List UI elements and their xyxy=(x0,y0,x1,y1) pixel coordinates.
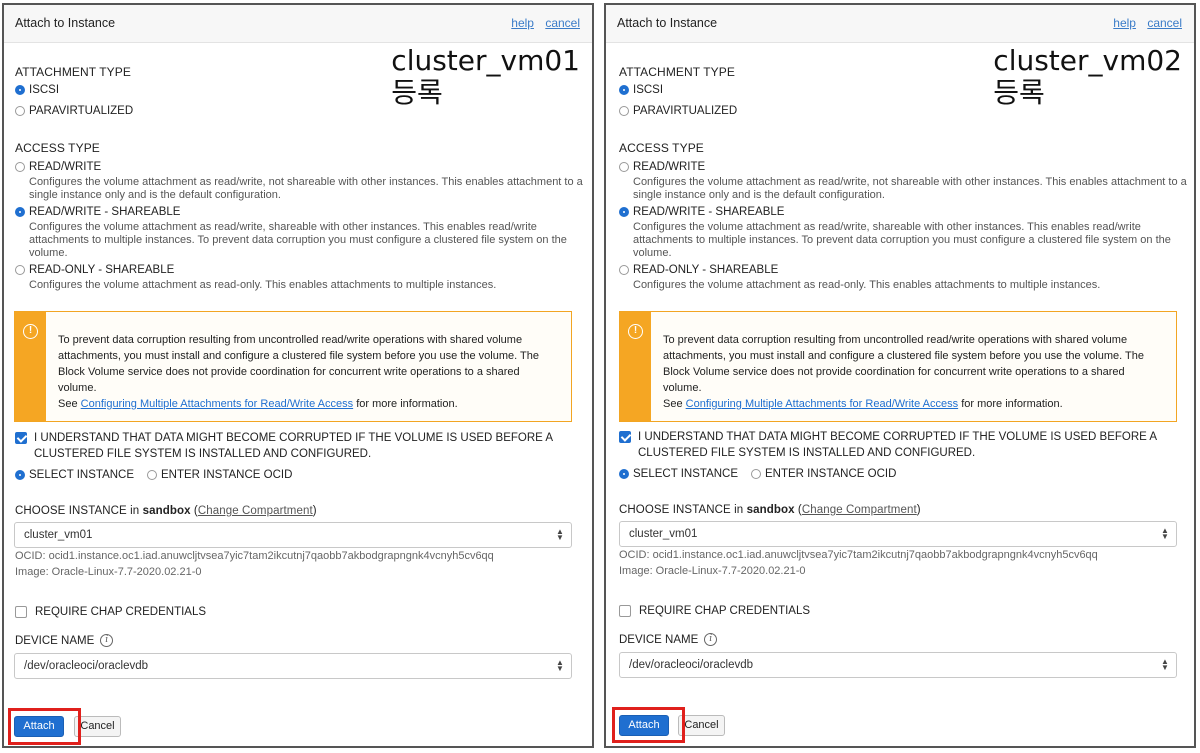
annotation-name: cluster_vm02 xyxy=(993,44,1182,77)
radio-indicator xyxy=(15,162,25,172)
radio-enter-ocid[interactable]: ENTER INSTANCE OCID xyxy=(751,468,896,480)
chap-checkbox-row[interactable]: REQUIRE CHAP CREDENTIALS xyxy=(15,606,206,618)
warning-icon: ! xyxy=(23,324,38,339)
chap-checkbox-row[interactable]: REQUIRE CHAP CREDENTIALS xyxy=(619,605,810,617)
radio-read-write-shareable[interactable]: READ/WRITE - SHAREABLE xyxy=(15,206,180,218)
attach-dialog-vm02: Attach to Instance help cancel cluster_v… xyxy=(604,3,1196,748)
image-text: Image: Oracle-Linux-7.7-2020.02.21-0 xyxy=(619,565,806,577)
dialog-title: Attach to Instance xyxy=(15,16,116,30)
chevron-updown-icon: ▲ ▼ xyxy=(556,527,564,542)
change-compartment-link[interactable]: Change Compartment xyxy=(198,505,313,517)
attachment-type-heading: ATTACHMENT TYPE xyxy=(15,65,131,79)
help-link[interactable]: help xyxy=(511,16,534,30)
attach-dialog-vm01: Attach to Instance help cancel cluster_v… xyxy=(2,3,594,748)
warning-box: ! To prevent data corruption resulting f… xyxy=(14,311,572,422)
radio-indicator xyxy=(619,162,629,172)
choose-instance-label: CHOOSE INSTANCE in sandbox (Change Compa… xyxy=(15,505,317,517)
annotation-text: cluster_vm01 등록 xyxy=(391,45,580,109)
radio-read-only-shareable[interactable]: READ-ONLY - SHAREABLE xyxy=(15,264,174,276)
cancel-button[interactable]: Cancel xyxy=(74,716,121,737)
configuring-attachments-link[interactable]: Configuring Multiple Attachments for Rea… xyxy=(81,398,353,410)
chevron-updown-icon: ▲ ▼ xyxy=(556,658,564,673)
radio-enter-ocid[interactable]: ENTER INSTANCE OCID xyxy=(147,469,292,481)
access-type-heading: ACCESS TYPE xyxy=(15,141,100,155)
radio-iscsi[interactable]: ISCSI xyxy=(619,84,663,96)
info-icon[interactable]: i xyxy=(704,633,718,646)
radio-indicator xyxy=(15,470,25,480)
radio-indicator xyxy=(147,470,157,480)
read-write-shareable-desc: Configures the volume attachment as read… xyxy=(633,221,1171,259)
ocid-text: OCID: ocid1.instance.oc1.iad.anuwcljtvse… xyxy=(15,550,494,562)
cancel-link[interactable]: cancel xyxy=(1147,16,1182,30)
dialog-header: Attach to Instance help cancel xyxy=(4,5,592,43)
radio-read-write-shareable[interactable]: READ/WRITE - SHAREABLE xyxy=(619,206,784,218)
radio-indicator xyxy=(619,106,629,116)
radio-paravirtualized[interactable]: PARAVIRTUALIZED xyxy=(619,105,737,117)
radio-read-write[interactable]: READ/WRITE xyxy=(619,161,705,173)
understand-checkbox-row[interactable]: I UNDERSTAND THAT DATA MIGHT BECOME CORR… xyxy=(619,429,1178,461)
radio-select-instance[interactable]: SELECT INSTANCE xyxy=(619,468,738,480)
chap-checkbox[interactable] xyxy=(15,606,27,618)
radio-indicator xyxy=(15,265,25,275)
instance-select[interactable]: cluster_vm01 ▲ ▼ xyxy=(14,522,572,548)
radio-indicator xyxy=(619,207,629,217)
change-compartment-link[interactable]: Change Compartment xyxy=(802,504,917,516)
understand-label: I UNDERSTAND THAT DATA MIGHT BECOME CORR… xyxy=(638,431,1157,459)
warning-icon: ! xyxy=(628,324,643,339)
warning-text: To prevent data corruption resulting fro… xyxy=(58,334,539,394)
warning-box: ! To prevent data corruption resulting f… xyxy=(619,311,1177,422)
device-name-select[interactable]: /dev/oracleoci/oraclevdb ▲ ▼ xyxy=(619,652,1177,678)
highlight-box xyxy=(612,707,685,743)
device-name-label-row: DEVICE NAME i xyxy=(15,634,114,647)
radio-paravirtualized[interactable]: PARAVIRTUALIZED xyxy=(15,105,133,117)
radio-read-only-shareable[interactable]: READ-ONLY - SHAREABLE xyxy=(619,264,778,276)
ocid-text: OCID: ocid1.instance.oc1.iad.anuwcljtvse… xyxy=(619,549,1098,561)
understand-label: I UNDERSTAND THAT DATA MIGHT BECOME CORR… xyxy=(34,432,553,460)
cancel-button[interactable]: Cancel xyxy=(678,715,725,736)
radio-select-instance[interactable]: SELECT INSTANCE xyxy=(15,469,134,481)
understand-checkbox-row[interactable]: I UNDERSTAND THAT DATA MIGHT BECOME CORR… xyxy=(15,430,574,462)
instance-select[interactable]: cluster_vm01 ▲ ▼ xyxy=(619,521,1177,547)
radio-read-write[interactable]: READ/WRITE xyxy=(15,161,101,173)
access-type-heading: ACCESS TYPE xyxy=(619,141,704,155)
device-name-select[interactable]: /dev/oracleoci/oraclevdb ▲ ▼ xyxy=(14,653,572,679)
warning-text: To prevent data corruption resulting fro… xyxy=(663,334,1144,394)
read-only-shareable-desc: Configures the volume attachment as read… xyxy=(633,279,1101,291)
radio-indicator xyxy=(15,85,25,95)
annotation-suffix: 등록 xyxy=(391,76,443,109)
device-name-label-row: DEVICE NAME i xyxy=(619,633,718,646)
understand-checkbox[interactable] xyxy=(15,432,27,444)
dialog-header: Attach to Instance help cancel xyxy=(606,5,1194,43)
info-icon[interactable]: i xyxy=(100,634,114,647)
choose-instance-label: CHOOSE INSTANCE in sandbox (Change Compa… xyxy=(619,504,921,516)
annotation-suffix: 등록 xyxy=(993,76,1045,109)
image-text: Image: Oracle-Linux-7.7-2020.02.21-0 xyxy=(15,566,202,578)
cancel-link[interactable]: cancel xyxy=(545,16,580,30)
configuring-attachments-link[interactable]: Configuring Multiple Attachments for Rea… xyxy=(686,398,958,410)
annotation-text: cluster_vm02 등록 xyxy=(993,45,1182,109)
help-link[interactable]: help xyxy=(1113,16,1136,30)
read-write-shareable-desc: Configures the volume attachment as read… xyxy=(29,221,567,259)
radio-iscsi[interactable]: ISCSI xyxy=(15,84,59,96)
read-write-desc: Configures the volume attachment as read… xyxy=(633,176,1187,201)
radio-indicator xyxy=(619,265,629,275)
radio-indicator xyxy=(619,469,629,479)
highlight-box xyxy=(8,708,81,745)
dialog-title: Attach to Instance xyxy=(617,16,718,30)
read-only-shareable-desc: Configures the volume attachment as read… xyxy=(29,279,497,291)
attachment-type-heading: ATTACHMENT TYPE xyxy=(619,65,735,79)
chap-checkbox[interactable] xyxy=(619,605,631,617)
radio-indicator xyxy=(751,469,761,479)
annotation-name: cluster_vm01 xyxy=(391,44,580,77)
chevron-updown-icon: ▲ ▼ xyxy=(1161,657,1169,672)
chevron-updown-icon: ▲ ▼ xyxy=(1161,526,1169,541)
radio-indicator xyxy=(619,85,629,95)
radio-indicator xyxy=(15,106,25,116)
radio-indicator xyxy=(15,207,25,217)
understand-checkbox[interactable] xyxy=(619,431,631,443)
read-write-desc: Configures the volume attachment as read… xyxy=(29,176,583,201)
